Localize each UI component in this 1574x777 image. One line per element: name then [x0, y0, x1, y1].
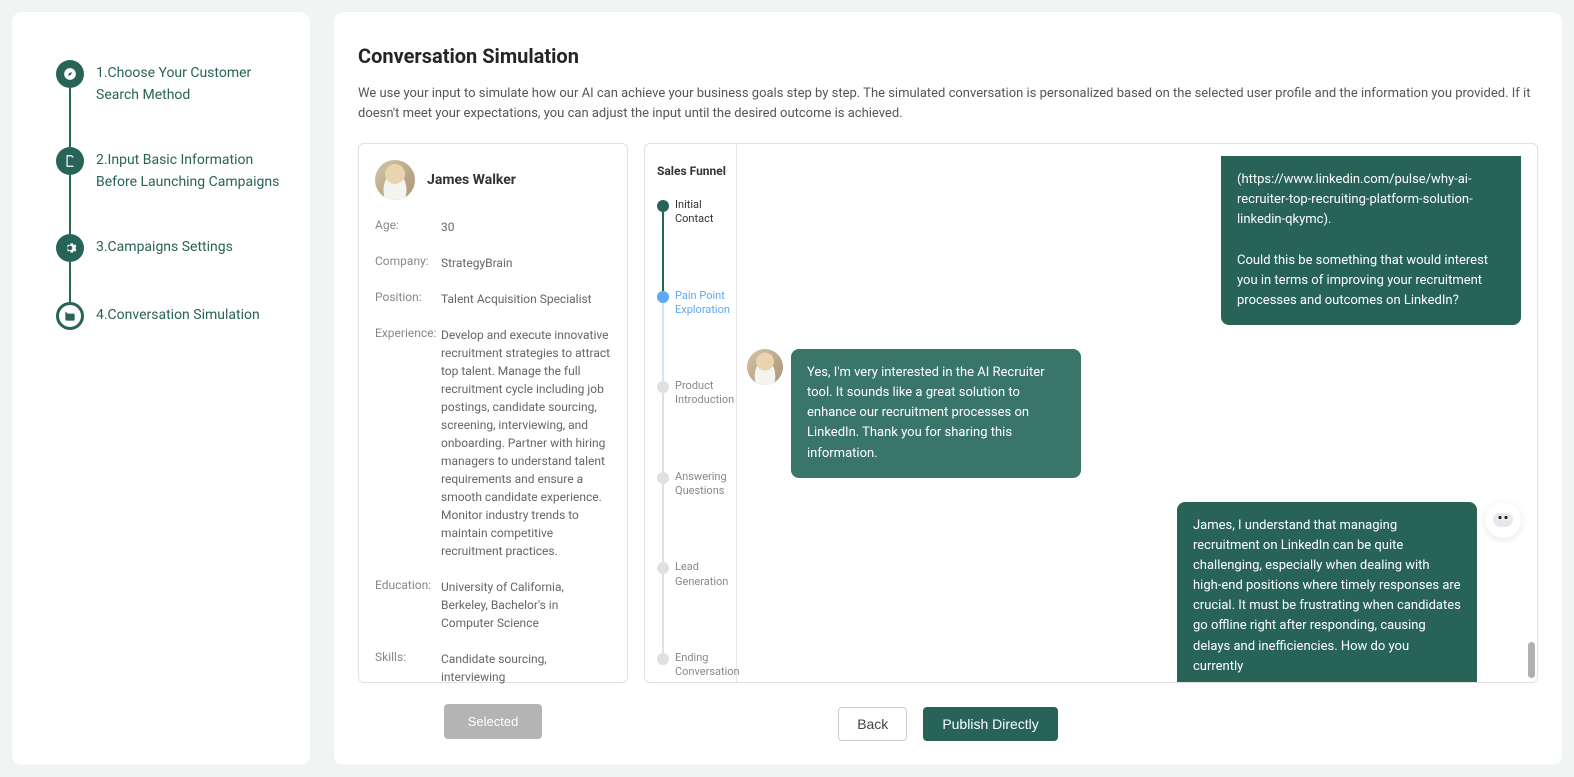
chat-message-user: Yes, I'm very interested in the AI Recru… — [747, 349, 1521, 478]
content-panels: James Walker Age: 30 Company: StrategyBr… — [358, 143, 1538, 683]
field-age: Age: 30 — [375, 218, 611, 236]
funnel-dot-icon — [657, 653, 669, 665]
wizard-step-label: 2.Input Basic Information Before Launchi… — [96, 147, 290, 194]
funnel-step-product-intro[interactable]: Product Introduction — [657, 379, 728, 470]
funnel-dot-icon — [657, 562, 669, 574]
wizard-sidebar: 1.Choose Your Customer Search Method 2.I… — [12, 12, 310, 765]
main-panel: Conversation Simulation We use your inpu… — [334, 12, 1562, 765]
funnel-dot-icon — [657, 200, 669, 212]
chat-message-bot: James, I understand that managing recrui… — [747, 502, 1521, 682]
funnel-steps: Initial Contact Pain Point Exploration P… — [657, 198, 728, 680]
avatar — [747, 349, 783, 385]
profile-fields: Age: 30 Company: StrategyBrain Position:… — [375, 218, 611, 704]
field-position: Position: Talent Acquisition Specialist — [375, 290, 611, 308]
page-description: We use your input to simulate how our AI… — [358, 84, 1538, 123]
field-company: Company: StrategyBrain — [375, 254, 611, 272]
wizard-step-3[interactable]: 3.Campaigns Settings — [56, 234, 290, 302]
chat-bubble: James, I understand that managing recrui… — [1177, 502, 1477, 682]
footer-actions: Back Publish Directly — [358, 683, 1538, 741]
wizard-step-label: 3.Campaigns Settings — [96, 234, 233, 258]
avatar — [375, 160, 415, 200]
compass-icon — [56, 60, 84, 88]
conversation-panel: Sales Funnel Initial Contact Pain Point … — [644, 143, 1538, 683]
bot-avatar-icon — [1485, 502, 1521, 538]
wizard-steps: 1.Choose Your Customer Search Method 2.I… — [56, 60, 290, 330]
chat-message-bot: (https://www.linkedin.com/pulse/why-ai-r… — [747, 156, 1521, 325]
funnel-step-pain-point[interactable]: Pain Point Exploration — [657, 289, 728, 380]
wizard-step-label: 4.Conversation Simulation — [96, 302, 260, 326]
funnel-dot-icon — [657, 381, 669, 393]
field-education: Education: University of California, Ber… — [375, 578, 611, 632]
profile-name: James Walker — [427, 172, 516, 188]
funnel-step-ending[interactable]: Ending Conversation — [657, 651, 728, 680]
scrollbar[interactable] — [1527, 144, 1535, 682]
conversation-icon — [56, 302, 84, 330]
funnel-step-lead-gen[interactable]: Lead Generation — [657, 560, 728, 651]
chat-bubble: Yes, I'm very interested in the AI Recru… — [791, 349, 1081, 478]
page-title: Conversation Simulation — [358, 44, 1538, 68]
gear-icon — [56, 234, 84, 262]
chat-bubble: (https://www.linkedin.com/pulse/why-ai-r… — [1221, 156, 1521, 325]
wizard-step-1[interactable]: 1.Choose Your Customer Search Method — [56, 60, 290, 147]
profile-card: James Walker Age: 30 Company: StrategyBr… — [358, 143, 628, 683]
funnel-title: Sales Funnel — [657, 164, 728, 178]
funnel-step-answering[interactable]: Answering Questions — [657, 470, 728, 561]
sales-funnel: Sales Funnel Initial Contact Pain Point … — [645, 144, 737, 682]
scrollbar-thumb[interactable] — [1528, 642, 1535, 678]
profile-header: James Walker — [375, 160, 611, 200]
chat-messages[interactable]: (https://www.linkedin.com/pulse/why-ai-r… — [737, 144, 1537, 682]
funnel-dot-icon — [657, 291, 669, 303]
funnel-step-initial-contact[interactable]: Initial Contact — [657, 198, 728, 289]
publish-button[interactable]: Publish Directly — [923, 707, 1057, 741]
back-button[interactable]: Back — [838, 707, 907, 741]
wizard-step-2[interactable]: 2.Input Basic Information Before Launchi… — [56, 147, 290, 234]
field-skills: Skills: Candidate sourcing, interviewing — [375, 650, 611, 686]
wizard-step-label: 1.Choose Your Customer Search Method — [96, 60, 290, 107]
wizard-step-4[interactable]: 4.Conversation Simulation — [56, 302, 290, 330]
field-experience: Experience: Develop and execute innovati… — [375, 326, 611, 560]
funnel-dot-icon — [657, 472, 669, 484]
document-icon — [56, 147, 84, 175]
